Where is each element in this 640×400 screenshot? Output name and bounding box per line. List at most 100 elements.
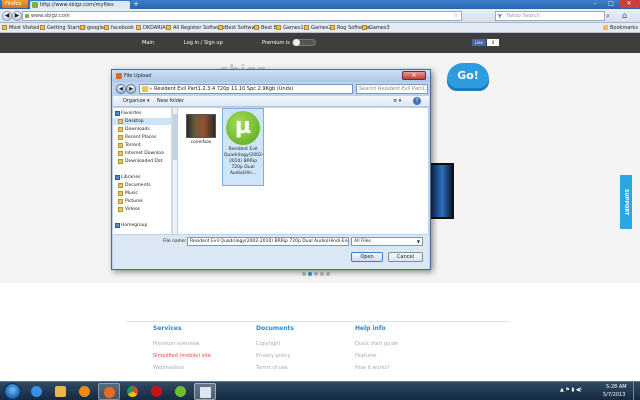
clock-time[interactable]: 5:28 AM — [606, 384, 627, 390]
nav-group-libraries[interactable]: Libraries — [113, 174, 171, 181]
file-list: coverbox µ Resident Evil Quadrilogy(2002… — [178, 108, 428, 234]
footer-link[interactable]: Privacy policy — [256, 353, 290, 359]
nav-item-documents[interactable]: Documents — [113, 182, 171, 189]
start-button[interactable] — [4, 383, 21, 400]
bookmark-folder-icon — [276, 25, 281, 30]
bookmark-item[interactable]: Most Visited — [2, 24, 39, 32]
folder-icon — [142, 86, 148, 92]
facebook-like-button[interactable]: Like — [472, 39, 486, 46]
nav-group-favorites[interactable]: Favorites — [113, 110, 171, 117]
help-icon[interactable]: ? — [413, 97, 421, 105]
footer-link[interactable]: Premium overview — [153, 341, 200, 347]
scrollbar-thumb[interactable] — [173, 114, 177, 160]
file-item[interactable]: coverbox — [182, 110, 220, 145]
carousel-dot[interactable] — [326, 272, 330, 276]
bookmark-item[interactable]: All Register Software — [166, 24, 225, 32]
taskbar-media-player[interactable] — [74, 383, 96, 400]
file-name-input[interactable]: Resident Evil Quadrilogy(2002-2010) BRRi… — [187, 237, 349, 246]
footer-link[interactable]: Features — [355, 353, 377, 359]
footer-link[interactable]: Quick start guide — [355, 341, 398, 347]
taskbar-utorrent[interactable] — [170, 383, 192, 400]
bookmark-item[interactable]: Getting Started — [40, 24, 86, 32]
taskbar-document-app[interactable] — [194, 383, 216, 400]
dialog-close-button[interactable]: ✕ — [402, 71, 426, 80]
bookmark-star-icon[interactable]: ☆ — [453, 12, 458, 20]
nav-item-internet-downloads[interactable]: Internet Downloa — [113, 150, 171, 157]
bookmark-item[interactable]: Games1 — [276, 24, 304, 32]
taskbar-internet-explorer[interactable] — [26, 383, 48, 400]
nav-item-downloaded-data[interactable]: Downloaded Dat — [113, 158, 171, 165]
open-button[interactable]: Open — [351, 252, 383, 262]
back-arrow-icon[interactable]: ◀ — [116, 84, 126, 94]
forward-arrow-icon[interactable]: ▶ — [12, 11, 22, 21]
dialog-titlebar[interactable]: File Upload ✕ — [112, 70, 430, 82]
back-arrow-icon[interactable]: ◀ — [2, 11, 12, 21]
bookmark-icon — [2, 25, 7, 30]
bookmarks-menu[interactable]: Bookmarks — [603, 24, 638, 32]
folder-path-input[interactable]: » Resident Evil Part1.2.3.4 720p 11.10 S… — [139, 84, 374, 94]
pictures-icon — [118, 199, 123, 204]
footer-link[interactable]: How it works? — [355, 365, 390, 371]
bookmark-item[interactable]: google — [80, 24, 104, 32]
bookmark-folder-icon — [254, 25, 259, 30]
nav-item-videos[interactable]: Videos — [113, 206, 171, 213]
file-item-selected[interactable]: µ Resident Evil Quadrilogy(2002-2010) BR… — [222, 108, 264, 186]
firefox-icon — [104, 387, 115, 398]
new-folder-button[interactable]: New folder — [157, 98, 184, 104]
taskbar-chrome[interactable] — [122, 383, 144, 400]
bookmark-folder-icon — [304, 25, 309, 30]
maximize-button[interactable]: □ — [603, 0, 619, 8]
taskbar-firefox[interactable] — [98, 383, 120, 400]
home-icon[interactable]: ⌂ — [622, 11, 627, 20]
navigation-scrollbar[interactable] — [172, 108, 177, 234]
bookmark-item[interactable]: DKDARIA — [136, 24, 166, 32]
url-input[interactable]: www.sbigz.com ☆ — [22, 11, 462, 21]
system-tray[interactable]: ▲ ⚑ ▮ ◀) — [560, 387, 582, 393]
carousel-dot[interactable] — [302, 272, 306, 276]
firefox-menu-button[interactable]: Firefox — [2, 0, 28, 8]
forward-arrow-icon[interactable]: ▶ — [126, 84, 136, 94]
nav-item-pictures[interactable]: Pictures — [113, 198, 171, 205]
go-cloud-button[interactable]: Go! — [447, 63, 489, 91]
clock-date[interactable]: 5/7/2013 — [603, 392, 625, 398]
carousel-dot[interactable] — [314, 272, 318, 276]
utorrent-icon — [175, 386, 186, 397]
footer-services-title: Services — [153, 325, 182, 332]
folder-icon — [118, 127, 123, 132]
taskbar-file-explorer[interactable] — [50, 383, 72, 400]
site-header: Main Log in / Sign up Premium is Like 0 — [0, 33, 640, 53]
browser-tab[interactable]: http://www.sbigz.com/myfiles — [30, 1, 130, 9]
nav-item-downloads[interactable]: Downloads — [113, 126, 171, 133]
search-icon[interactable]: ⌕ — [606, 12, 610, 21]
file-type-select[interactable]: All Files ▼ — [351, 237, 423, 246]
taskbar-opera[interactable] — [146, 383, 168, 400]
nav-main-link[interactable]: Main — [142, 40, 154, 46]
cancel-button[interactable]: Cancel — [388, 252, 423, 262]
footer-link[interactable]: Webmasters — [153, 365, 184, 371]
organize-menu-button[interactable]: Organize ▾ — [123, 98, 150, 104]
footer-link[interactable]: Simplified (mobile) site — [153, 353, 211, 359]
nav-login-link[interactable]: Log in / Sign up — [184, 40, 223, 46]
close-window-button[interactable]: ✕ — [619, 0, 639, 8]
nav-item-torrent[interactable]: Torrent — [113, 142, 171, 149]
nav-item-recent-places[interactable]: Recent Places — [113, 134, 171, 141]
carousel-dot[interactable] — [308, 272, 312, 276]
carousel-dot[interactable] — [320, 272, 324, 276]
bookmark-item[interactable]: Games3 — [362, 24, 390, 32]
nav-group-homegroup[interactable]: Homegroup — [113, 222, 171, 229]
nav-item-music[interactable]: Music — [113, 190, 171, 197]
search-input[interactable]: Y Yahoo Search — [495, 11, 605, 21]
minimize-button[interactable]: – — [587, 0, 603, 8]
bookmark-item[interactable]: Games2 — [304, 24, 332, 32]
support-tab[interactable]: SUPPORT — [620, 175, 632, 229]
footer-link[interactable]: Terms of use — [256, 365, 288, 371]
nav-item-desktop[interactable]: Desktop — [113, 118, 171, 125]
new-tab-button[interactable]: + — [132, 1, 140, 8]
bookmark-item[interactable]: facebook — [104, 24, 134, 32]
bookmark-item[interactable]: Best B — [254, 24, 277, 32]
folder-search-input[interactable]: Search Resident Evil Part1.2.3.4 720p... — [356, 84, 428, 94]
premium-toggle[interactable] — [292, 39, 316, 46]
view-options-button[interactable]: ≡ ▾ — [393, 98, 401, 104]
footer-link[interactable]: Copyright — [256, 341, 280, 347]
show-desktop-button[interactable] — [633, 382, 640, 400]
